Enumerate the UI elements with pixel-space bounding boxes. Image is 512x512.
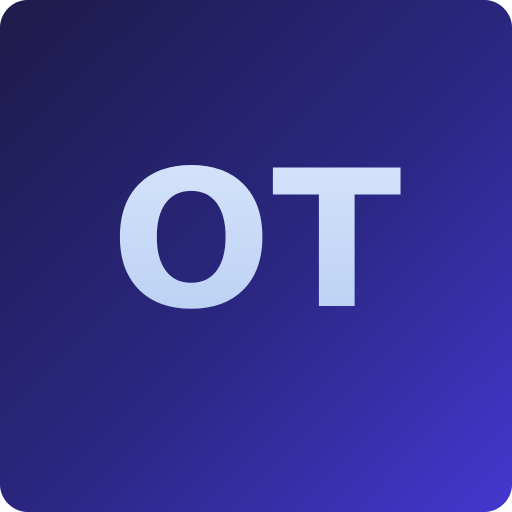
app-icon-svg: OT xyxy=(0,0,512,512)
monogram-text: OT xyxy=(110,130,401,351)
app-icon: OT xyxy=(0,0,512,512)
